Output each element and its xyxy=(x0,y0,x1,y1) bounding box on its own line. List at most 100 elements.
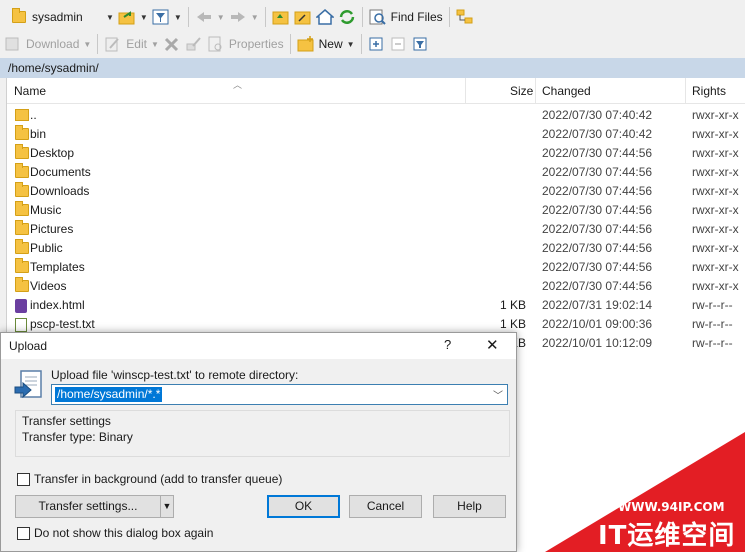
folder-icon xyxy=(15,144,29,162)
file-row[interactable]: Templates 2022/07/30 07:44:56 rwxr-xr-x xyxy=(7,258,745,277)
sort-ascending-icon: ︿ xyxy=(233,80,243,90)
toolbar-separator xyxy=(289,34,291,54)
new-label: New xyxy=(318,37,343,51)
search-icon xyxy=(369,9,386,25)
edit-label: Edit xyxy=(126,37,147,51)
file-name: Videos xyxy=(30,279,67,293)
file-row[interactable]: Music 2022/07/30 07:44:56 rwxr-xr-x xyxy=(7,201,745,220)
help-button[interactable]: Help xyxy=(433,495,506,518)
close-icon[interactable]: ✕ xyxy=(486,336,499,354)
file-changed: 2022/07/30 07:44:56 xyxy=(542,165,653,179)
file-changed: 2022/07/30 07:44:56 xyxy=(542,146,653,160)
file-row[interactable]: Downloads 2022/07/30 07:44:56 rwxr-xr-x xyxy=(7,182,745,201)
folder-icon xyxy=(15,182,29,200)
file-changed: 2022/10/01 09:00:36 xyxy=(542,317,653,331)
do-not-show-checkbox[interactable] xyxy=(17,527,30,540)
dialog-title-bar: Upload ? ✕ xyxy=(1,333,516,359)
file-rights: rwxr-xr-x xyxy=(692,279,739,293)
file-row[interactable]: Pictures 2022/07/30 07:44:56 rwxr-xr-x xyxy=(7,220,745,239)
file-rights: rw-r--r-- xyxy=(692,336,733,350)
column-rights[interactable]: Rights xyxy=(692,84,726,98)
edit-icon xyxy=(105,37,120,52)
chevron-down-icon[interactable]: ▼ xyxy=(251,13,259,22)
do-not-show-label[interactable]: Do not show this dialog box again xyxy=(34,526,213,540)
file-rights: rwxr-xr-x xyxy=(692,165,739,179)
select-files-button[interactable] xyxy=(368,33,386,55)
open-directory-button[interactable] xyxy=(118,6,136,28)
file-row[interactable]: Desktop 2022/07/30 07:44:56 rwxr-xr-x xyxy=(7,144,745,163)
filter-files-button[interactable] xyxy=(412,33,430,55)
column-separator[interactable] xyxy=(685,78,686,104)
cancel-button[interactable]: Cancel xyxy=(349,495,422,518)
file-size: 1 KB xyxy=(499,298,526,312)
unselect-files-button[interactable] xyxy=(390,33,408,55)
background-transfer-checkbox[interactable] xyxy=(17,473,30,486)
new-button[interactable]: New xyxy=(297,33,343,55)
file-changed: 2022/07/30 07:44:56 xyxy=(542,279,653,293)
column-size[interactable]: Size xyxy=(510,84,533,98)
chevron-down-icon[interactable]: ▼ xyxy=(347,40,355,49)
file-rights: rw-r--r-- xyxy=(692,317,733,331)
forward-button[interactable] xyxy=(229,6,247,28)
chevron-down-icon[interactable]: ▼ xyxy=(106,13,114,22)
help-icon[interactable]: ? xyxy=(444,337,451,352)
file-name: Templates xyxy=(30,260,85,274)
refresh-button[interactable] xyxy=(338,6,356,28)
file-row[interactable]: Videos 2022/07/30 07:44:56 rwxr-xr-x xyxy=(7,277,745,296)
transfer-settings-button[interactable]: Transfer settings... xyxy=(15,495,161,518)
file-name: bin xyxy=(30,127,47,141)
toolbar-separator xyxy=(264,7,266,27)
file-rights: rw-r--r-- xyxy=(692,298,733,312)
html-file-icon xyxy=(15,299,27,316)
download-label: Download xyxy=(26,37,80,51)
plus-icon xyxy=(369,37,383,51)
file-row[interactable]: Public 2022/07/30 07:44:56 rwxr-xr-x xyxy=(7,239,745,258)
chevron-down-icon[interactable]: ▼ xyxy=(151,40,159,49)
file-toolbar: Download ▼ Edit ▼ Properties New ▼ xyxy=(0,30,745,58)
column-separator[interactable] xyxy=(535,78,536,104)
home-directory-button[interactable] xyxy=(315,6,334,28)
file-row[interactable]: .. 2022/07/30 07:40:42 rwxr-xr-x xyxy=(7,106,745,125)
column-separator[interactable] xyxy=(465,78,466,104)
tree-view-button[interactable] xyxy=(456,6,474,28)
destination-input[interactable]: /home/sysadmin/*.* ﹀ xyxy=(51,384,508,405)
file-row[interactable]: bin 2022/07/30 07:40:42 rwxr-xr-x xyxy=(7,125,745,144)
file-row[interactable]: index.html 1 KB 2022/07/31 19:02:14 rw-r--r… xyxy=(7,296,745,315)
column-changed[interactable]: Changed xyxy=(542,84,591,98)
column-name[interactable]: Name xyxy=(14,84,46,98)
filter-button[interactable] xyxy=(152,6,170,28)
chevron-down-icon[interactable]: ▼ xyxy=(217,13,225,22)
transfer-settings-dropdown[interactable]: ▼ xyxy=(160,495,174,518)
toolbar-separator xyxy=(448,7,450,27)
upload-icon xyxy=(14,370,42,399)
root-directory-button[interactable] xyxy=(294,6,312,28)
file-name: Public xyxy=(30,241,63,255)
file-name: Music xyxy=(30,203,62,217)
dialog-title: Upload xyxy=(9,339,48,353)
file-name: pscp-test.txt xyxy=(30,317,95,331)
edit-button[interactable]: Edit xyxy=(104,33,147,55)
background-transfer-label[interactable]: Transfer in background (add to transfer … xyxy=(34,472,282,486)
properties-button[interactable]: Properties xyxy=(207,33,284,55)
file-row[interactable]: Documents 2022/07/30 07:44:56 rwxr-xr-x xyxy=(7,163,745,182)
delete-button[interactable] xyxy=(163,33,181,55)
chevron-down-icon[interactable]: ▼ xyxy=(140,13,148,22)
download-button[interactable]: Download xyxy=(4,33,79,55)
find-files-button[interactable]: Find Files xyxy=(369,6,443,28)
chevron-down-icon[interactable]: ﹀ xyxy=(493,387,503,402)
current-path-bar: /home/sysadmin/ xyxy=(0,58,745,78)
parent-directory-button[interactable] xyxy=(272,6,290,28)
folder-icon xyxy=(12,8,26,23)
back-button[interactable] xyxy=(195,6,213,28)
file-name: .. xyxy=(30,108,37,122)
ok-button[interactable]: OK xyxy=(267,495,340,518)
rename-button[interactable] xyxy=(185,33,203,55)
file-changed: 2022/07/30 07:44:56 xyxy=(542,184,653,198)
path-combo[interactable]: sysadmin xyxy=(12,6,102,28)
file-size: 1 KB xyxy=(499,317,526,331)
folder-icon xyxy=(15,201,29,219)
column-header: ︿ Name Size Changed Rights xyxy=(7,78,745,104)
chevron-down-icon[interactable]: ▼ xyxy=(83,40,91,49)
chevron-down-icon[interactable]: ▼ xyxy=(174,13,182,22)
file-rights: rwxr-xr-x xyxy=(692,127,739,141)
